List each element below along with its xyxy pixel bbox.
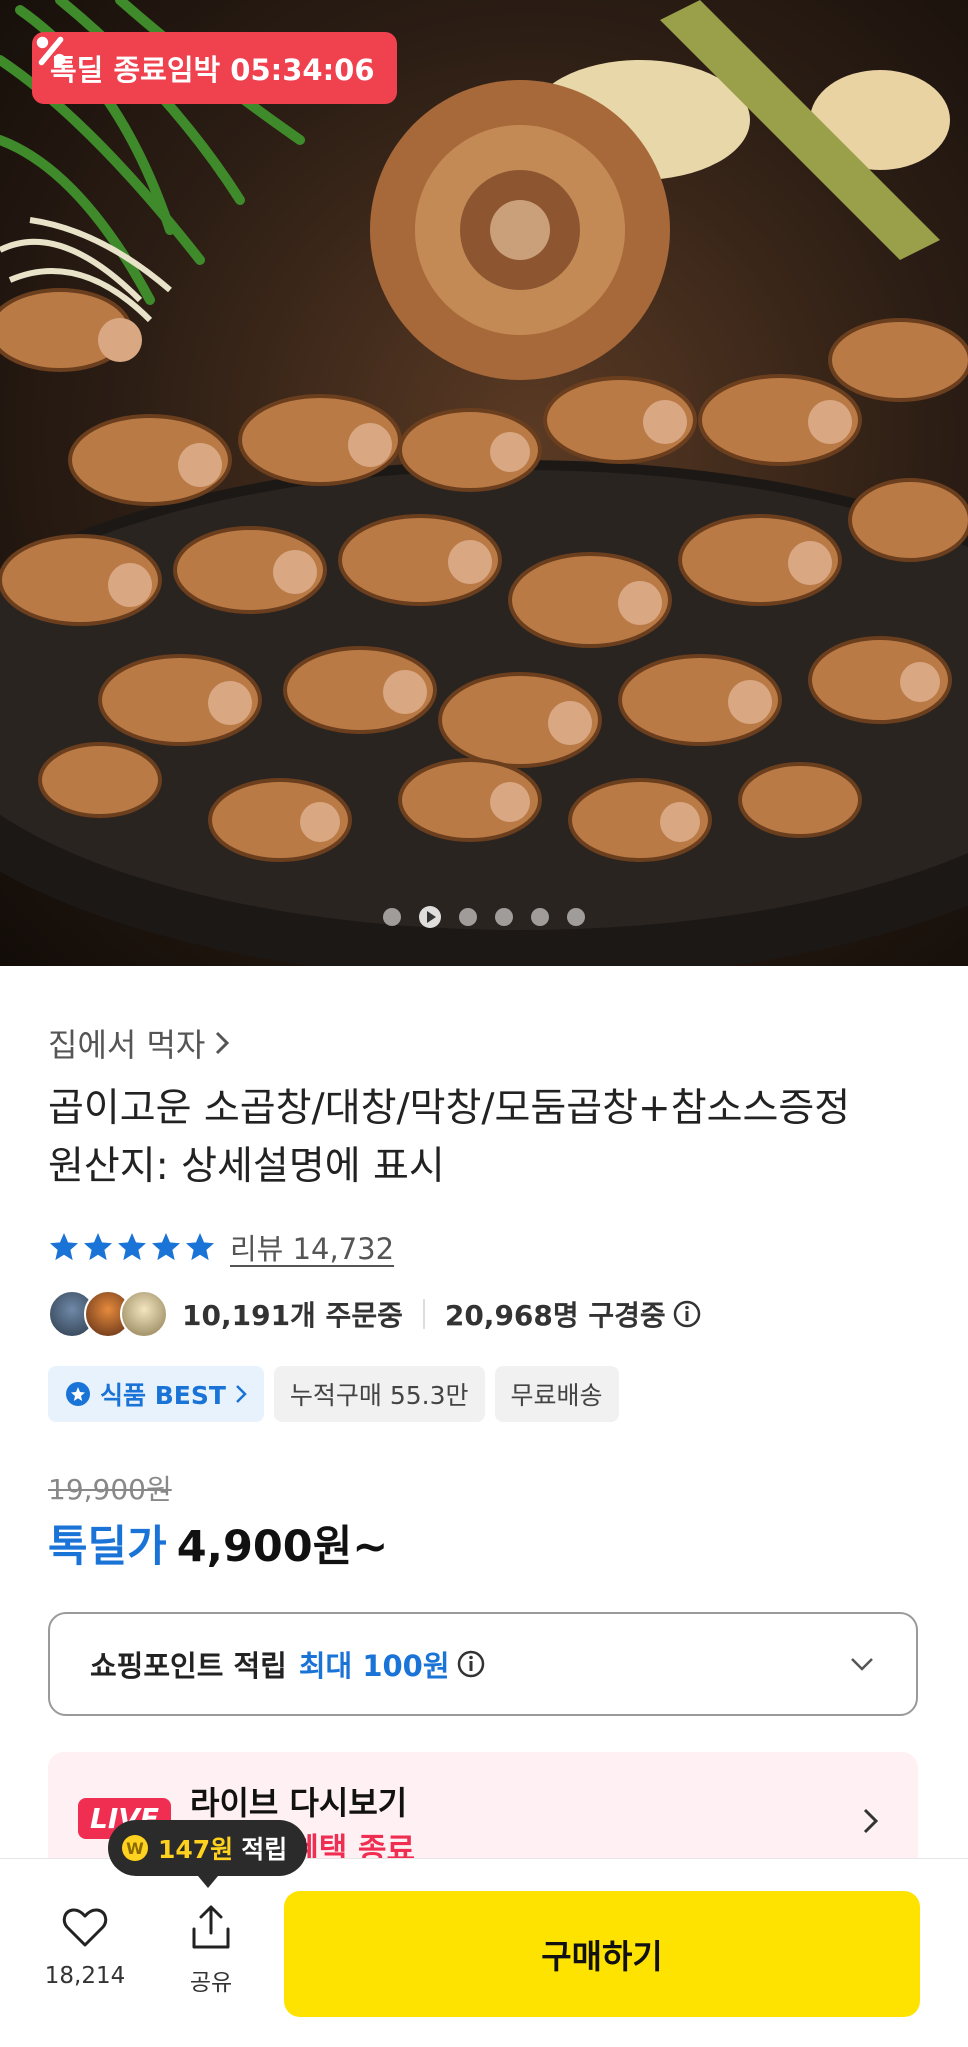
chevron-right-icon: [216, 1031, 230, 1055]
deal-timer-badge: 톡딜 종료임박 05:34:06: [32, 32, 397, 104]
share-icon: [192, 1905, 230, 1949]
coin-icon: W: [122, 1835, 148, 1861]
carousel-video-dot[interactable]: [419, 906, 441, 928]
product-title: 곱이고운 소곱창/대창/막창/모둠곱창+참소스증정 원산지: 상세설명에 표시: [48, 1080, 928, 1196]
carousel-dot[interactable]: [383, 908, 401, 926]
svg-text:W: W: [126, 1839, 144, 1858]
reward-amount: 147원: [158, 1835, 234, 1864]
buyer-activity-row: 10,191개 주문중 20,968명 구경중: [48, 1290, 702, 1338]
carousel-dot[interactable]: [531, 908, 549, 926]
original-price: 19,900원: [48, 1473, 172, 1506]
product-origin-line: 원산지: 상세설명에 표시: [48, 1144, 445, 1189]
star-icon: [84, 1233, 112, 1261]
live-title: 라이브 다시보기: [190, 1784, 408, 1822]
tag-cumulative-purchase: 누적구매 55.3만: [273, 1366, 485, 1422]
heart-icon: [62, 1908, 108, 1947]
deal-price-row: 톡딜가 4,900원~: [48, 1512, 388, 1574]
buyer-avatars: [48, 1290, 168, 1338]
carousel-indicator: [0, 906, 968, 928]
chevron-down-icon: [851, 1658, 873, 1671]
product-image-carousel[interactable]: 톡딜 종료임박 05:34:06: [0, 0, 968, 966]
tag-label: 식품 BEST: [100, 1381, 226, 1410]
product-tags: 식품 BEST 누적구매 55.3만 무료배송: [48, 1366, 619, 1422]
star-rating: [48, 1231, 216, 1263]
points-label: 쇼핑포인트 적립: [90, 1649, 287, 1683]
store-name: 집에서 먹자: [48, 1026, 206, 1064]
tag-label: 누적구매 55.3만: [289, 1381, 469, 1410]
review-count-link[interactable]: 리뷰 14,732: [230, 1226, 394, 1268]
star-icon: [50, 1233, 78, 1261]
deal-price-label: 톡딜가: [48, 1522, 167, 1572]
rating-row: 리뷰 14,732: [48, 1226, 394, 1268]
star-icon: [118, 1233, 146, 1261]
tag-free-shipping: 무료배송: [494, 1366, 619, 1422]
carousel-dot[interactable]: [459, 908, 477, 926]
product-title-line: 곱이고운 소곱창/대창/막창/모둠곱창+참소스증정: [48, 1086, 851, 1131]
like-button[interactable]: 18,214: [40, 1903, 130, 1989]
points-value: 최대 100원: [298, 1649, 450, 1683]
info-icon[interactable]: [456, 1649, 486, 1679]
share-label: 공유: [189, 1970, 233, 1996]
store-link[interactable]: 집에서 먹자: [48, 1020, 233, 1066]
deal-price-value: 4,900원~: [176, 1522, 389, 1572]
product-photo: [0, 0, 968, 966]
info-icon[interactable]: [672, 1299, 702, 1329]
viewer-count: 20,968명 구경중: [444, 1299, 666, 1332]
divider: [422, 1299, 425, 1329]
bottom-action-bar: 18,214 공유 구매하기: [0, 1858, 968, 2047]
carousel-dot[interactable]: [495, 908, 513, 926]
shopping-points-dropdown[interactable]: 쇼핑포인트 적립 최대 100원: [48, 1612, 918, 1716]
deal-timer-text: 톡딜 종료임박 05:34:06: [50, 53, 375, 87]
tag-food-best[interactable]: 식품 BEST: [48, 1366, 264, 1422]
chevron-right-icon: [863, 1808, 879, 1834]
avatar: [120, 1290, 168, 1338]
reward-tooltip: W 147원 적립: [108, 1820, 308, 1888]
star-icon: [186, 1233, 214, 1261]
percent-icon: [36, 36, 66, 66]
tag-label: 무료배송: [510, 1381, 603, 1410]
chevron-right-icon: [236, 1385, 247, 1403]
buy-button[interactable]: 구매하기: [284, 1891, 920, 2017]
like-count: 18,214: [44, 1963, 126, 1989]
carousel-dot[interactable]: [567, 908, 585, 926]
star-icon: [152, 1233, 180, 1261]
badge-icon: [66, 1382, 90, 1406]
share-button[interactable]: 공유: [166, 1903, 256, 1997]
reward-suffix: 적립: [241, 1835, 288, 1864]
order-count: 10,191개 주문중: [182, 1299, 403, 1332]
